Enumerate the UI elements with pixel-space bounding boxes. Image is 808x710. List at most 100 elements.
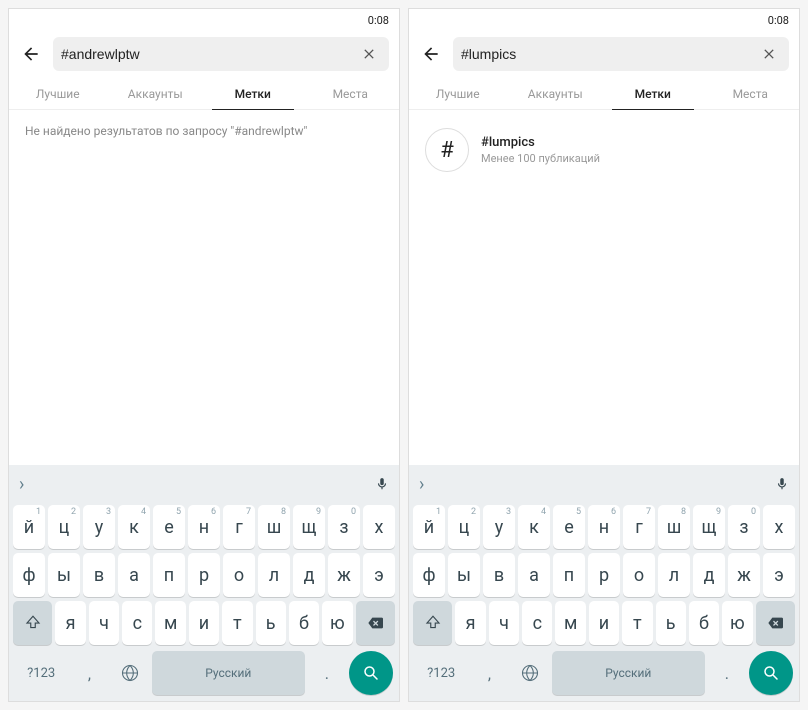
letter-key[interactable]: ю xyxy=(722,601,752,645)
tab-best[interactable]: Лучшие xyxy=(9,77,107,109)
letter-key[interactable]: ч xyxy=(489,601,519,645)
letter-key[interactable]: ф xyxy=(413,553,445,597)
letter-key[interactable]: у3 xyxy=(83,505,115,549)
tab-accounts[interactable]: Аккаунты xyxy=(107,77,205,109)
letter-key[interactable]: с xyxy=(122,601,152,645)
search-box[interactable] xyxy=(53,37,389,71)
period-key[interactable]: . xyxy=(709,651,745,695)
letter-key[interactable]: а xyxy=(118,553,150,597)
letter-key[interactable]: и xyxy=(589,601,619,645)
letter-key[interactable]: х xyxy=(363,505,395,549)
letter-key[interactable]: й1 xyxy=(13,505,45,549)
back-button[interactable] xyxy=(419,42,443,66)
letter-key[interactable]: т xyxy=(222,601,252,645)
tab-places[interactable]: Места xyxy=(702,77,800,109)
letter-key[interactable]: у3 xyxy=(483,505,515,549)
tab-places[interactable]: Места xyxy=(302,77,400,109)
letter-key[interactable]: ь xyxy=(256,601,286,645)
letter-key[interactable]: д xyxy=(693,553,725,597)
letter-key[interactable]: т xyxy=(622,601,652,645)
letter-key[interactable]: ч xyxy=(89,601,119,645)
numbers-key[interactable]: ?123 xyxy=(15,651,67,695)
letter-key[interactable]: э xyxy=(763,553,795,597)
letter-key[interactable]: ь xyxy=(656,601,686,645)
search-input[interactable] xyxy=(61,46,357,62)
chevron-right-icon[interactable]: › xyxy=(419,474,424,495)
letter-key[interactable]: в xyxy=(83,553,115,597)
backspace-key[interactable] xyxy=(756,601,795,645)
letter-key[interactable]: щ9 xyxy=(293,505,325,549)
letter-key[interactable]: ш8 xyxy=(258,505,290,549)
language-key[interactable] xyxy=(112,651,148,695)
mic-icon[interactable] xyxy=(375,475,389,493)
letter-key[interactable]: з0 xyxy=(728,505,760,549)
letter-key[interactable]: б xyxy=(289,601,319,645)
shift-key[interactable] xyxy=(413,601,452,645)
search-input[interactable] xyxy=(461,46,757,62)
clear-button[interactable] xyxy=(757,46,781,62)
letter-key[interactable]: м xyxy=(555,601,585,645)
letter-key[interactable]: й1 xyxy=(413,505,445,549)
clear-button[interactable] xyxy=(357,46,381,62)
letter-key[interactable]: е5 xyxy=(153,505,185,549)
letter-key[interactable]: ц2 xyxy=(48,505,80,549)
letter-key[interactable]: з0 xyxy=(328,505,360,549)
back-button[interactable] xyxy=(19,42,43,66)
letter-key[interactable]: п xyxy=(153,553,185,597)
language-key[interactable] xyxy=(512,651,548,695)
letter-key[interactable]: ф xyxy=(13,553,45,597)
letter-key[interactable]: г7 xyxy=(623,505,655,549)
letter-key[interactable]: и xyxy=(189,601,219,645)
comma-key[interactable]: , xyxy=(471,651,507,695)
search-key[interactable] xyxy=(749,651,793,695)
letter-key[interactable]: я xyxy=(455,601,485,645)
letter-key[interactable]: ю xyxy=(322,601,352,645)
letter-key[interactable]: д xyxy=(293,553,325,597)
tab-best[interactable]: Лучшие xyxy=(409,77,507,109)
letter-key[interactable]: к4 xyxy=(518,505,550,549)
letter-key[interactable]: е5 xyxy=(553,505,585,549)
space-key[interactable]: Русский xyxy=(552,651,705,695)
letter-key[interactable]: г7 xyxy=(223,505,255,549)
letter-key[interactable]: о xyxy=(223,553,255,597)
letter-key[interactable]: р xyxy=(588,553,620,597)
letter-key[interactable]: н6 xyxy=(188,505,220,549)
globe-icon xyxy=(520,663,540,683)
letter-key[interactable]: ж xyxy=(328,553,360,597)
numbers-key[interactable]: ?123 xyxy=(415,651,467,695)
tab-accounts[interactable]: Аккаунты xyxy=(507,77,605,109)
comma-key[interactable]: , xyxy=(71,651,107,695)
letter-key[interactable]: п xyxy=(553,553,585,597)
letter-key[interactable]: в xyxy=(483,553,515,597)
letter-key[interactable]: ц2 xyxy=(448,505,480,549)
tab-tags[interactable]: Метки xyxy=(204,77,302,109)
space-key[interactable]: Русский xyxy=(152,651,305,695)
mic-icon[interactable] xyxy=(775,475,789,493)
letter-key[interactable]: к4 xyxy=(118,505,150,549)
period-key[interactable]: . xyxy=(309,651,345,695)
letter-key[interactable]: л xyxy=(658,553,690,597)
search-box[interactable] xyxy=(453,37,789,71)
letter-key[interactable]: л xyxy=(258,553,290,597)
letter-key[interactable]: щ9 xyxy=(693,505,725,549)
backspace-key[interactable] xyxy=(356,601,395,645)
search-key[interactable] xyxy=(349,651,393,695)
letter-key[interactable]: я xyxy=(55,601,85,645)
letter-key[interactable]: ж xyxy=(728,553,760,597)
letter-key[interactable]: х xyxy=(763,505,795,549)
letter-key[interactable]: н6 xyxy=(588,505,620,549)
tab-tags[interactable]: Метки xyxy=(604,77,702,109)
chevron-right-icon[interactable]: › xyxy=(19,474,24,495)
shift-key[interactable] xyxy=(13,601,52,645)
letter-key[interactable]: э xyxy=(363,553,395,597)
letter-key[interactable]: о xyxy=(623,553,655,597)
letter-key[interactable]: с xyxy=(522,601,552,645)
letter-key[interactable]: р xyxy=(188,553,220,597)
letter-key[interactable]: ш8 xyxy=(658,505,690,549)
letter-key[interactable]: а xyxy=(518,553,550,597)
letter-key[interactable]: ы xyxy=(448,553,480,597)
letter-key[interactable]: м xyxy=(155,601,185,645)
letter-key[interactable]: ы xyxy=(48,553,80,597)
letter-key[interactable]: б xyxy=(689,601,719,645)
hashtag-result[interactable]: # #lumpics Менее 100 публикаций xyxy=(425,124,783,176)
